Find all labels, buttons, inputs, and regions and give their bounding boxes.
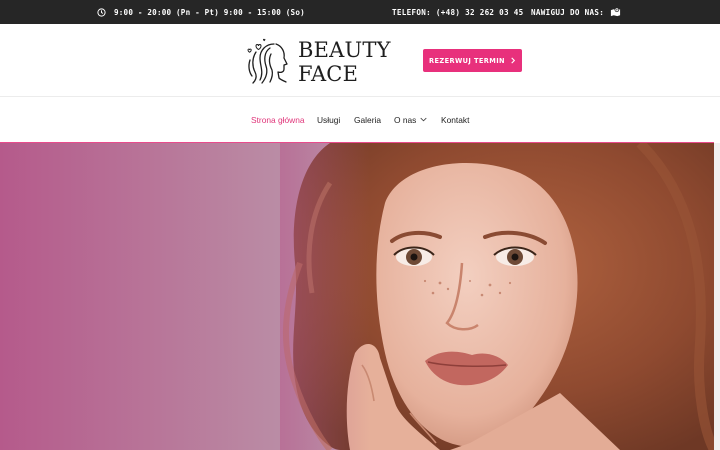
clock-icon	[97, 7, 106, 17]
chevron-right-icon	[511, 57, 516, 64]
top-info-bar: 9:00 - 20:00 (Pn - Pt) 9:00 - 15:00 (So)…	[0, 0, 720, 24]
nav-item-services-label[interactable]: Usługi	[317, 115, 340, 125]
nav-item-gallery[interactable]: Galeria	[354, 97, 381, 142]
navigate-to-us[interactable]: NAWIGUJ DO NAS:	[531, 0, 621, 24]
nav-item-about-label[interactable]: O nas	[394, 115, 416, 125]
hero-banner	[0, 143, 714, 450]
scrollbar[interactable]	[714, 143, 720, 450]
nav-item-gallery-label[interactable]: Galeria	[354, 115, 381, 125]
nav-item-home-label[interactable]: Strona główna	[251, 115, 305, 125]
opening-hours: 9:00 - 20:00 (Pn - Pt) 9:00 - 15:00 (So)	[97, 0, 305, 24]
main-navigation: Strona główna Usługi Galeria O nas Konta…	[0, 97, 720, 142]
map-icon[interactable]	[610, 7, 621, 17]
logo-wordmark: BEAUTY FACE	[298, 38, 391, 86]
beauty-face-logo[interactable]: BEAUTY FACE	[246, 36, 391, 88]
opening-hours-text: 9:00 - 20:00 (Pn - Pt) 9:00 - 15:00 (So)	[114, 7, 305, 17]
logo-line-1: BEAUTY	[298, 38, 391, 62]
nav-item-contact[interactable]: Kontakt	[441, 97, 469, 142]
nav-item-services[interactable]: Usługi	[317, 97, 340, 142]
book-appointment-label: REZERWUJ TERMIN	[429, 56, 505, 65]
phone-text[interactable]: TELEFON: (+48) 32 262 03 45	[392, 8, 524, 17]
chevron-down-icon[interactable]	[420, 117, 427, 122]
nav-item-about[interactable]: O nas	[394, 97, 427, 142]
site-header: BEAUTY FACE REZERWUJ TERMIN	[0, 24, 720, 97]
face-profile-icon	[247, 38, 288, 84]
phone-number[interactable]: TELEFON: (+48) 32 262 03 45	[392, 0, 524, 24]
logo-line-2: FACE	[298, 62, 359, 86]
nav-item-home[interactable]: Strona główna	[251, 97, 305, 142]
navigate-text: NAWIGUJ DO NAS:	[531, 7, 605, 17]
nav-item-contact-label[interactable]: Kontakt	[441, 115, 469, 125]
book-appointment-button[interactable]: REZERWUJ TERMIN	[423, 49, 522, 72]
hero-portrait-image	[280, 143, 714, 450]
